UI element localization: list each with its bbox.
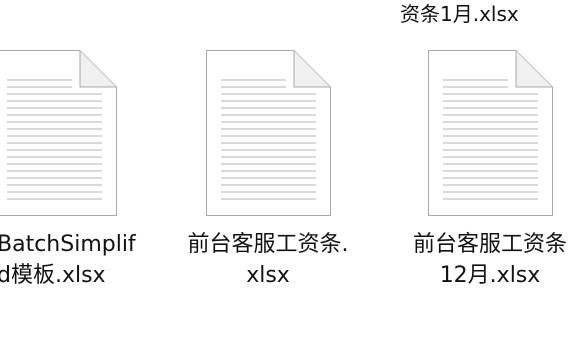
file-label-partial[interactable]: 资条1月.xlsx — [400, 2, 576, 26]
file-item[interactable]: 前台客服工资条 12月.xlsx — [400, 50, 576, 300]
file-label: BatchSimplif d模板.xlsx — [0, 229, 155, 291]
document-icon — [0, 50, 117, 216]
file-label-line: 前台客服工资条 — [412, 232, 567, 257]
file-label-line: 前台客服工资条. — [187, 232, 349, 257]
file-item[interactable]: BatchSimplif d模板.xlsx — [0, 50, 136, 300]
file-label-line: xlsx — [246, 263, 290, 288]
file-label-line: d模板.xlsx — [0, 263, 106, 288]
file-label-line: 12月.xlsx — [439, 263, 541, 288]
file-label: 前台客服工资条. xlsx — [178, 229, 358, 291]
file-item[interactable]: 前台客服工资条. xlsx — [178, 50, 358, 300]
file-label: 前台客服工资条 12月.xlsx — [400, 229, 576, 291]
file-grid-view: 资条1月.xlsx BatchSimplif d模板.xlsx 前台客服工资条.… — [0, 0, 576, 356]
document-icon — [428, 50, 553, 216]
document-icon — [206, 50, 331, 216]
file-label-line: BatchSimplif — [0, 232, 136, 257]
